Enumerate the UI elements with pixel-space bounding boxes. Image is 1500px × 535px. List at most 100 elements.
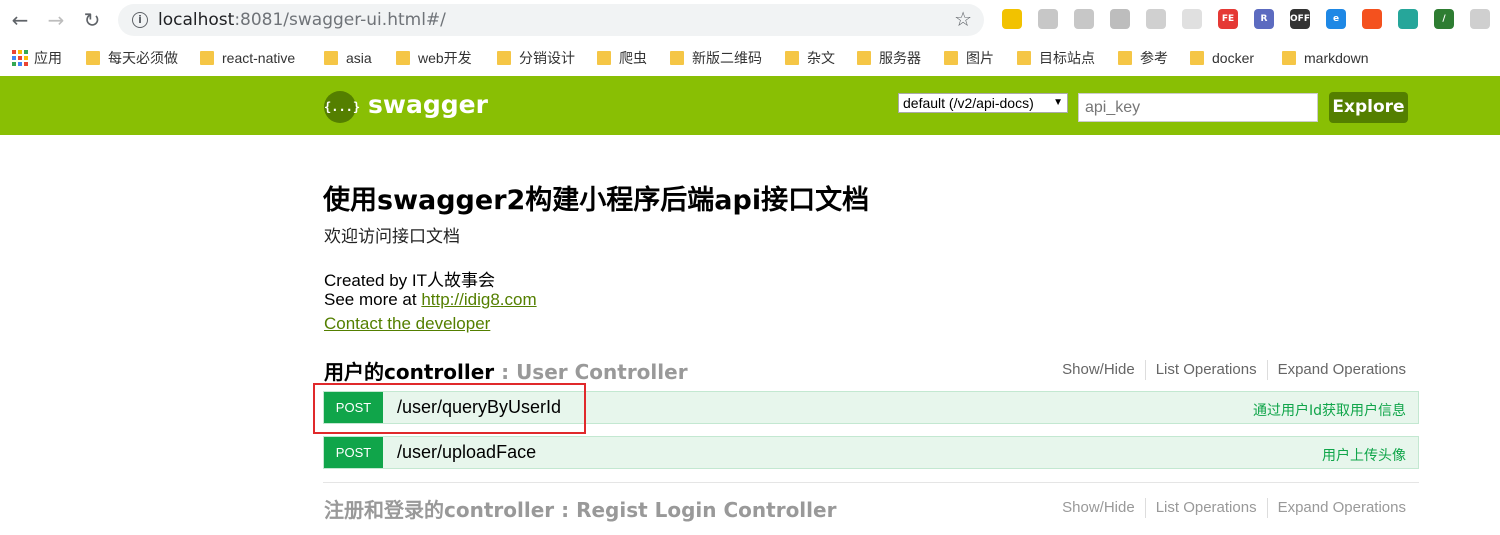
folder-icon (670, 51, 684, 65)
operation-row[interactable]: POST /user/uploadFace 用户上传头像 (323, 436, 1419, 469)
url-text[interactable]: localhost:8081/swagger-ui.html#/ (158, 10, 446, 30)
bookmark-label: 杂文 (807, 50, 835, 66)
bookmark-label: 爬虫 (619, 50, 647, 66)
bookmark-label: asia (346, 50, 372, 66)
resource-ops-regist-login: Show/Hide List Operations Expand Operation… (1062, 498, 1406, 518)
api-select-value: default (/v2/api-docs) (903, 95, 1034, 111)
gray-extension-icon-2[interactable] (1074, 9, 1094, 29)
resource-ops-user: Show/Hide List Operations Expand Operation… (1062, 360, 1406, 380)
expand-operations-link[interactable]: Expand Operations (1278, 499, 1406, 516)
folder-icon (944, 51, 958, 65)
bookmark-folder[interactable]: 杂文 (785, 48, 835, 68)
bookmark-folder[interactable]: 分销设计 (497, 48, 575, 68)
fe-extension-icon[interactable]: FE (1218, 9, 1238, 29)
api-description: 欢迎访问接口文档 (324, 227, 460, 247)
bookmark-folder[interactable]: web开发 (396, 48, 472, 68)
address-bar[interactable]: i localhost:8081/swagger-ui.html#/ ☆ (118, 4, 984, 36)
created-by-text: Created by IT人故事会 (324, 271, 495, 290)
bookmark-folder[interactable]: 图片 (944, 48, 994, 68)
explore-button[interactable]: Explore (1329, 92, 1408, 123)
yellow-extension-icon[interactable] (1002, 9, 1022, 29)
list-operations-link[interactable]: List Operations (1156, 499, 1257, 516)
forward-arrow-icon[interactable]: → (44, 8, 68, 32)
r-extension-icon[interactable]: R (1254, 9, 1274, 29)
show-hide-link[interactable]: Show/Hide (1062, 361, 1135, 378)
folder-icon (1282, 51, 1296, 65)
swagger-logo-text[interactable]: swagger (368, 90, 488, 119)
contact-developer-link[interactable]: Contact the developer (324, 314, 490, 333)
rp-extension-icon[interactable] (1110, 9, 1130, 29)
browser-toolbar: ← → ↻ i localhost:8081/swagger-ui.html#/… (0, 0, 1500, 40)
folder-icon (785, 51, 799, 65)
bookmark-folder[interactable]: markdown (1282, 48, 1369, 68)
folder-icon (396, 51, 410, 65)
method-badge[interactable]: POST (324, 437, 383, 468)
highlight-annotation-box (313, 383, 586, 434)
folder-icon (1017, 51, 1031, 65)
bookmark-label: 图片 (966, 50, 994, 66)
folder-icon (200, 51, 214, 65)
resource-name-en: : User Controller (494, 360, 688, 384)
bookmark-label: 目标站点 (1039, 50, 1095, 66)
gray-extension-icon-1[interactable] (1038, 9, 1058, 29)
bookmark-label: docker (1212, 50, 1255, 66)
page-title: 使用swagger2构建小程序后端api接口文档 (323, 185, 870, 216)
dropdown-arrow-icon: ▼ (1053, 97, 1063, 108)
operation-summary[interactable]: 通过用户Id获取用户信息 (1253, 400, 1406, 420)
vue-extension-icon[interactable] (1398, 9, 1418, 29)
info-icon[interactable]: i (132, 12, 148, 28)
gray-extension-icon-3[interactable] (1146, 9, 1166, 29)
bookmark-folder[interactable]: 参考 (1118, 48, 1168, 68)
folder-icon (1118, 51, 1132, 65)
api-key-input[interactable]: api_key (1078, 93, 1318, 122)
bookmark-star-icon[interactable]: ☆ (954, 7, 972, 31)
list-operations-link[interactable]: List Operations (1156, 361, 1257, 378)
gray-extension-icon-4[interactable] (1182, 9, 1202, 29)
bookmark-label: web开发 (418, 50, 472, 66)
orange-extension-icon[interactable] (1362, 9, 1382, 29)
bookmark-folder[interactable]: 目标站点 (1017, 48, 1095, 68)
ops-separator (1266, 498, 1268, 518)
url-path: :8081/swagger-ui.html#/ (234, 10, 446, 30)
resource-name-cn: 用户的controller (324, 360, 495, 384)
ops-separator (1144, 360, 1146, 380)
bookmark-folder[interactable]: 爬虫 (597, 48, 647, 68)
bookmark-folder[interactable]: docker (1190, 48, 1254, 68)
operation-summary[interactable]: 用户上传头像 (1322, 445, 1406, 465)
swagger-header: {...} swagger default (/v2/api-docs) ▼ ap… (0, 76, 1500, 135)
bookmark-label: 应用 (34, 50, 62, 66)
folder-icon (497, 51, 511, 65)
bookmark-apps[interactable]: 应用 (12, 48, 62, 68)
show-hide-link[interactable]: Show/Hide (1062, 499, 1135, 516)
folder-icon (1190, 51, 1204, 65)
shield-extension-icon[interactable] (1470, 9, 1490, 29)
bookmark-label: 参考 (1140, 50, 1168, 66)
resource-name-cn: 注册和登录的controller (324, 498, 555, 522)
e-extension-icon[interactable]: e (1326, 9, 1346, 29)
see-more-prefix: See more at (324, 290, 422, 309)
see-more-line: See more at http://idig8.com (324, 290, 537, 310)
bookmark-label: 分销设计 (519, 50, 575, 66)
operation-path[interactable]: /user/uploadFace (397, 442, 536, 463)
bookmark-label: 新版二维码 (692, 50, 762, 66)
expand-operations-link[interactable]: Expand Operations (1278, 361, 1406, 378)
ops-separator (1266, 360, 1268, 380)
back-arrow-icon[interactable]: ← (8, 8, 32, 32)
bookmark-folder[interactable]: asia (324, 48, 372, 68)
bookmark-folder[interactable]: 服务器 (857, 48, 921, 68)
slash-extension-icon[interactable]: / (1434, 9, 1454, 29)
bookmark-label: 服务器 (879, 50, 921, 66)
folder-icon (86, 51, 100, 65)
folder-icon (597, 51, 611, 65)
see-more-link[interactable]: http://idig8.com (421, 290, 536, 309)
bookmark-folder[interactable]: 每天必须做 (86, 48, 178, 68)
resource-heading-regist-login[interactable]: 注册和登录的controller : Regist Login Controll… (324, 494, 836, 523)
reload-icon[interactable]: ↻ (80, 8, 104, 32)
api-select[interactable]: default (/v2/api-docs) ▼ (898, 93, 1068, 113)
ops-separator (1144, 498, 1146, 518)
resource-heading-user[interactable]: 用户的controller : User Controller (324, 356, 688, 385)
bookmark-folder[interactable]: react-native (200, 48, 295, 68)
off-extension-icon[interactable]: OFF (1290, 9, 1310, 29)
bookmark-folder[interactable]: 新版二维码 (670, 48, 762, 68)
swagger-logo-icon[interactable]: {...} (324, 91, 360, 123)
